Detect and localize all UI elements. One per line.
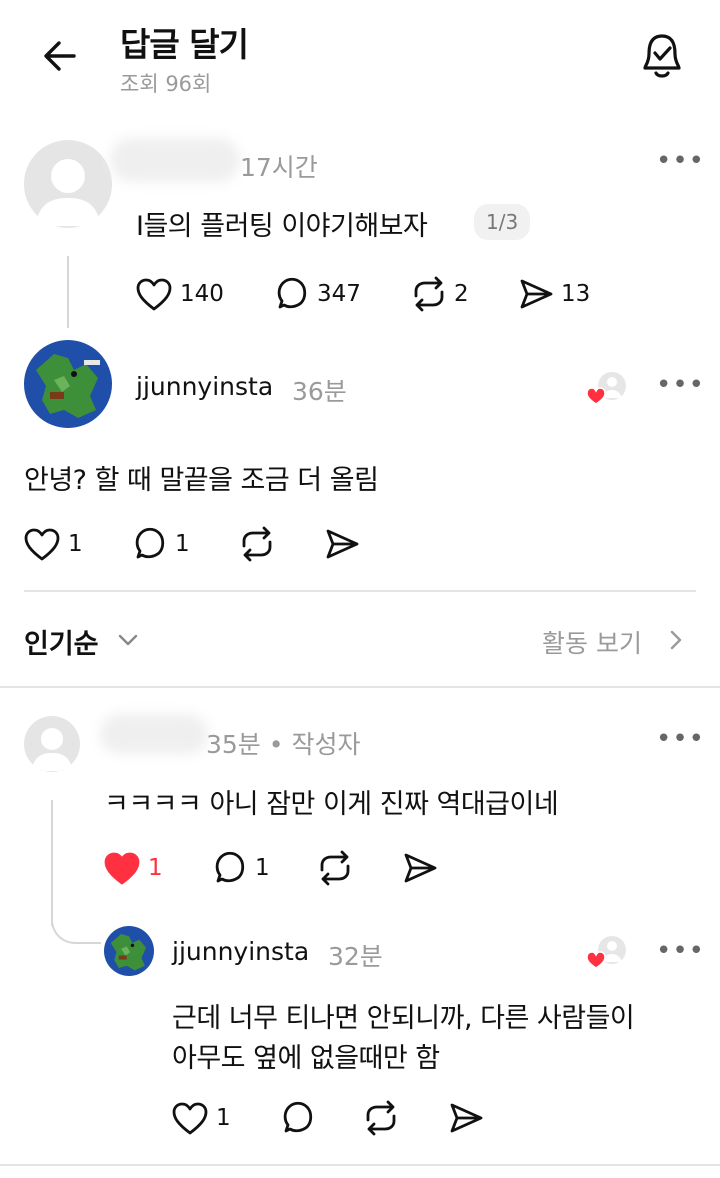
avatar[interactable]	[24, 716, 80, 772]
divider	[24, 590, 696, 592]
back-arrow-icon[interactable]	[40, 36, 80, 76]
share-count: 13	[561, 281, 591, 307]
comment-time: 32분	[328, 942, 383, 971]
notification-check-icon[interactable]	[640, 32, 684, 80]
liked-by-author-icon	[586, 368, 630, 408]
view-count: 조회 96회	[120, 72, 212, 96]
send-icon[interactable]	[402, 850, 438, 886]
chevron-right-icon[interactable]	[666, 628, 686, 652]
heart-icon[interactable]	[24, 528, 60, 562]
page-badge: 1/3	[474, 204, 531, 240]
thread-connector	[51, 900, 101, 944]
like-count: 1	[148, 855, 163, 881]
more-dots-icon[interactable]: •••	[656, 146, 705, 176]
heart-icon[interactable]	[104, 852, 140, 886]
comment-text-line-2: 아무도 옆에 없을때만 함	[172, 1043, 440, 1074]
more-dots-icon[interactable]: •••	[656, 370, 705, 400]
activity-link[interactable]: 활동 보기	[542, 624, 642, 660]
post-time: 17시간	[240, 153, 318, 182]
blurred-username	[100, 714, 208, 754]
comment-bubble-icon[interactable]	[274, 276, 310, 312]
divider	[0, 686, 720, 688]
blurred-username	[110, 138, 240, 182]
like-count: 1	[216, 1105, 231, 1131]
sort-dropdown[interactable]: 인기순	[24, 622, 99, 661]
reply-time: 36분	[292, 377, 347, 406]
repost-icon[interactable]	[362, 1100, 400, 1136]
heart-icon[interactable]	[136, 278, 172, 312]
comment-text-line-1: 근데 너무 티나면 안되니까, 다른 사람들이	[172, 1003, 635, 1034]
comment-bubble-icon[interactable]	[280, 1100, 316, 1136]
like-count: 140	[180, 281, 224, 307]
send-icon[interactable]	[324, 526, 360, 562]
repost-icon[interactable]	[316, 850, 354, 886]
activity-label: 활동 보기	[542, 629, 642, 658]
avatar[interactable]	[104, 926, 154, 976]
repost-icon[interactable]	[238, 526, 276, 562]
liked-by-author-icon	[586, 932, 630, 972]
send-icon[interactable]	[448, 1100, 484, 1136]
like-count: 1	[68, 531, 83, 557]
comment-bubble-icon[interactable]	[212, 850, 248, 886]
heart-icon[interactable]	[172, 1102, 208, 1136]
send-icon[interactable]	[518, 276, 554, 312]
divider	[0, 1164, 720, 1166]
more-dots-icon[interactable]: •••	[656, 724, 705, 754]
thread-line	[67, 256, 69, 328]
avatar[interactable]	[24, 340, 112, 428]
avatar[interactable]	[24, 140, 112, 228]
username[interactable]: jjunnyinsta	[136, 372, 273, 401]
username[interactable]: jjunnyinsta	[172, 937, 309, 966]
reply-text: 안녕? 할 때 말끝을 조금 더 올림	[24, 465, 379, 496]
more-dots-icon[interactable]: •••	[656, 936, 705, 966]
post-text: I들의 플러팅 이야기해보자	[136, 211, 428, 242]
sort-label: 인기순	[24, 629, 99, 660]
reply-count: 1	[255, 855, 270, 881]
comment-text: ㅋㅋㅋㅋ 아니 잠만 이게 진짜 역대급이네	[104, 789, 559, 820]
chevron-down-icon[interactable]	[116, 630, 140, 650]
comment-time: 35분 • 작성자	[206, 730, 361, 759]
repost-count: 2	[454, 281, 469, 307]
comment-bubble-icon[interactable]	[132, 526, 168, 562]
page-title: 답글 달기	[120, 25, 249, 64]
repost-icon[interactable]	[410, 276, 448, 312]
reply-count: 1	[175, 531, 190, 557]
reply-count: 347	[317, 281, 361, 307]
